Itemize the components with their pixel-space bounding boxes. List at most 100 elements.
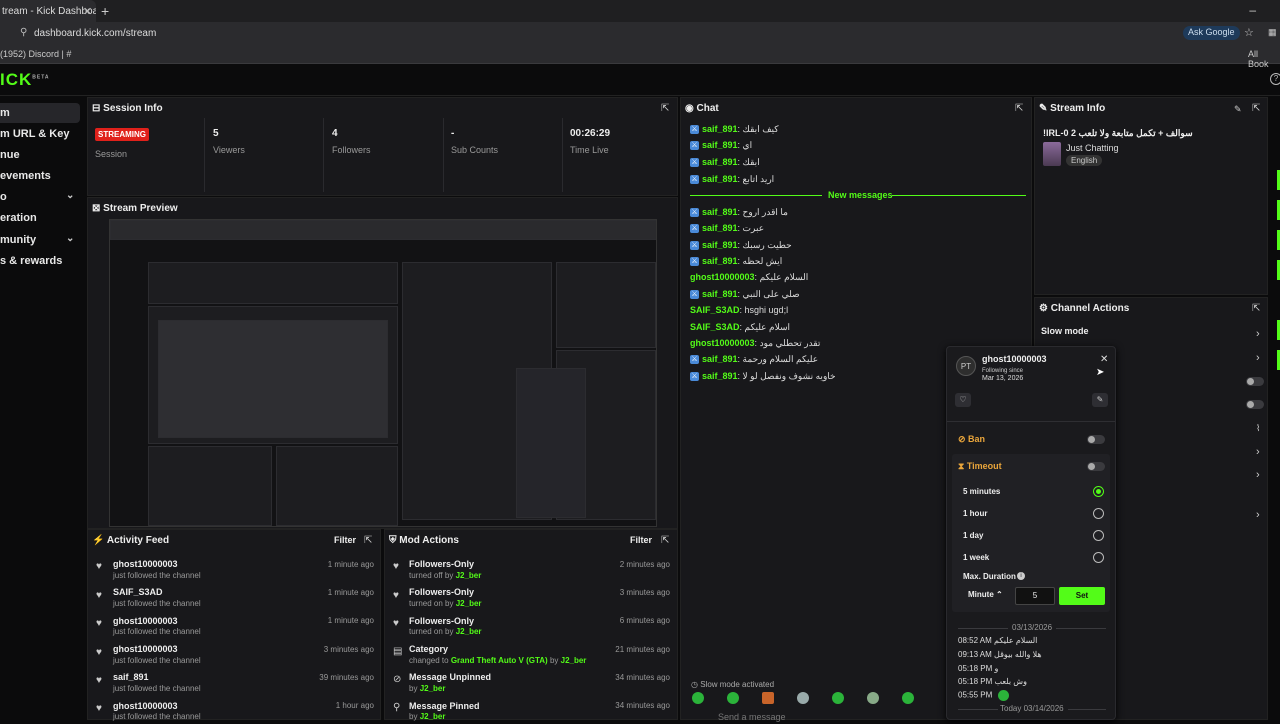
timeout-option-label[interactable]: 1 week — [963, 553, 989, 562]
popout-icon[interactable]: ⇱ — [1252, 303, 1260, 314]
duration-input[interactable]: 5 — [1015, 587, 1055, 605]
activity-name[interactable]: ghost10000003 — [113, 559, 178, 569]
emote-icon[interactable] — [727, 692, 739, 704]
chat-message[interactable]: ⚔ saif_891: حطيت رسبك — [690, 240, 792, 254]
activity-name[interactable]: SAIF_S3AD — [113, 587, 163, 597]
chat-message[interactable]: ⚔ saif_891: اريد اتابع — [690, 174, 774, 188]
browser-tab[interactable]: tream - Kick Dashboard — [0, 0, 96, 22]
chat-message[interactable]: ⚔ saif_891: ابقك — [690, 157, 760, 171]
filter-button[interactable]: Filter — [334, 535, 356, 545]
emote-icon[interactable] — [832, 692, 844, 704]
chat-message[interactable]: ⚔ saif_891: خاويه نشوف ونفصل لو لا — [690, 371, 836, 385]
chat-message[interactable]: ⚔ saif_891: عليكم السلام ورحمة — [690, 354, 818, 368]
popout-icon[interactable]: ⇱ — [364, 535, 372, 546]
timeout-toggle[interactable] — [1087, 462, 1105, 471]
new-tab-button[interactable]: + — [101, 3, 109, 19]
emote-icon[interactable] — [692, 692, 704, 704]
chevron-right-icon[interactable]: › — [1256, 328, 1260, 340]
timeout-option-radio[interactable] — [1093, 486, 1104, 497]
timeout-option-radio[interactable] — [1093, 530, 1104, 541]
sidebar-item-stream[interactable]: m — [0, 103, 80, 123]
chevron-right-icon[interactable]: › — [1256, 509, 1260, 521]
unit-select[interactable]: Minute ⌃ — [968, 590, 1003, 599]
bookmark-discord[interactable]: (1952) Discord | # — [0, 49, 71, 59]
chevron-right-icon[interactable]: › — [1256, 469, 1260, 481]
user-card-username[interactable]: ghost10000003 — [982, 354, 1047, 364]
timeout-option-label[interactable]: 5 minutes — [963, 487, 1000, 496]
mod-sub-highlight[interactable]: J2_ber — [456, 571, 482, 580]
mod-sub-highlight[interactable]: Grand Theft Auto V (GTA) — [451, 656, 548, 665]
sidebar-item-community[interactable]: munity ⌄ — [0, 230, 80, 250]
sidebar-item-achievements[interactable]: evements — [0, 166, 80, 186]
kick-logo[interactable]: ICKBETA — [0, 70, 50, 90]
timeout-option-radio[interactable] — [1093, 508, 1104, 519]
chat-username[interactable]: SAIF_S3AD — [690, 322, 740, 332]
emote-icon[interactable] — [902, 692, 914, 704]
mod-sub-highlight[interactable]: J2_ber — [456, 599, 482, 608]
chat-message[interactable]: ⚔ saif_891: ما اقدر اروح — [690, 207, 788, 221]
chat-username[interactable]: ghost10000003 — [690, 338, 755, 348]
chat-message[interactable]: ⚔ saif_891: كيف ابقك — [690, 124, 779, 138]
chat-message[interactable]: ghost10000003: تقدر تحطلي مود — [690, 338, 820, 352]
activity-name[interactable]: ghost10000003 — [113, 701, 178, 711]
action-toggle[interactable] — [1246, 400, 1264, 409]
activity-name[interactable]: ghost10000003 — [113, 644, 178, 654]
sidebar-item-info[interactable]: o ⌄ — [0, 187, 80, 207]
emote-icon[interactable] — [867, 692, 879, 704]
close-tab-icon[interactable]: ✕ — [83, 5, 92, 18]
emote-icon[interactable] — [762, 692, 774, 704]
extension-icon[interactable]: ▦ — [1268, 27, 1277, 38]
chat-username[interactable]: saif_891 — [702, 223, 738, 233]
info-icon[interactable]: i — [1017, 572, 1025, 580]
emote-icon[interactable] — [797, 692, 809, 704]
chat-username[interactable]: saif_891 — [702, 124, 738, 134]
url-field[interactable]: dashboard.kick.com/stream — [34, 28, 156, 39]
action-toggle[interactable] — [1246, 377, 1264, 386]
sidebar-item-rewards[interactable]: s & rewards — [0, 251, 80, 271]
slow-mode-label[interactable]: Slow mode — [1041, 326, 1089, 336]
chat-username[interactable]: saif_891 — [702, 140, 738, 150]
chat-username[interactable]: saif_891 — [702, 240, 738, 250]
chat-username[interactable]: saif_891 — [702, 371, 738, 381]
help-icon[interactable]: ? — [1270, 73, 1280, 85]
chat-message[interactable]: ghost10000003: السلام عليكم — [690, 272, 808, 286]
timeout-option-label[interactable]: 1 hour — [963, 509, 987, 518]
chat-message[interactable]: ⚔ saif_891: صلي على النبي — [690, 289, 800, 303]
chat-message[interactable]: ⚔ saif_891: عبرت — [690, 223, 764, 237]
chat-username[interactable]: saif_891 — [702, 207, 738, 217]
mod-sub-highlight[interactable]: J2_ber — [420, 684, 446, 693]
chat-username[interactable]: SAIF_S3AD — [690, 305, 740, 315]
chevron-right-icon[interactable]: › — [1256, 446, 1260, 458]
pin-icon[interactable]: ✎ — [1092, 393, 1108, 407]
chat-username[interactable]: saif_891 — [702, 354, 738, 364]
activity-name[interactable]: saif_891 — [113, 672, 149, 682]
filter-button[interactable]: Filter — [630, 535, 652, 545]
chart-icon[interactable]: ⌇ — [1256, 423, 1260, 434]
popout-icon[interactable]: ⇱ — [661, 103, 669, 114]
chat-username[interactable]: saif_891 — [702, 157, 738, 167]
edit-icon[interactable]: ✎ — [1234, 104, 1242, 115]
chat-message[interactable]: ⚔ saif_891: ايش لحظه — [690, 256, 782, 270]
close-icon[interactable]: ✕ — [1100, 354, 1108, 365]
ask-google-button[interactable]: Ask Google — [1183, 26, 1240, 40]
all-bookmarks[interactable]: All Book — [1248, 49, 1280, 69]
sidebar-item-revenue[interactable]: nue — [0, 145, 80, 165]
mod-sub-highlight[interactable]: J2_ber — [456, 627, 482, 636]
popout-icon[interactable]: ⇱ — [1015, 103, 1023, 114]
sidebar-item-stream-url[interactable]: m URL & Key — [0, 124, 80, 144]
category-name[interactable]: Just Chatting — [1066, 143, 1119, 153]
activity-name[interactable]: ghost10000003 — [113, 616, 178, 626]
site-info-icon[interactable]: ⚲ — [20, 27, 27, 38]
chat-message[interactable]: ⚔ saif_891: اي — [690, 140, 752, 154]
gift-icon[interactable]: ♡ — [955, 393, 971, 407]
chevron-right-icon[interactable]: › — [1256, 352, 1260, 364]
mod-sub-highlight[interactable]: J2_ber — [561, 656, 587, 665]
set-button[interactable]: Set — [1059, 587, 1105, 605]
timeout-option-label[interactable]: 1 day — [963, 531, 983, 540]
chat-message[interactable]: SAIF_S3AD: hsghi ugd;l — [690, 305, 788, 319]
ban-toggle[interactable] — [1087, 435, 1105, 444]
popout-icon[interactable]: ⇱ — [661, 535, 669, 546]
bookmark-star-icon[interactable]: ☆ — [1244, 26, 1254, 39]
window-minimize-icon[interactable]: – — [1249, 3, 1272, 17]
chat-username[interactable]: saif_891 — [702, 256, 738, 266]
